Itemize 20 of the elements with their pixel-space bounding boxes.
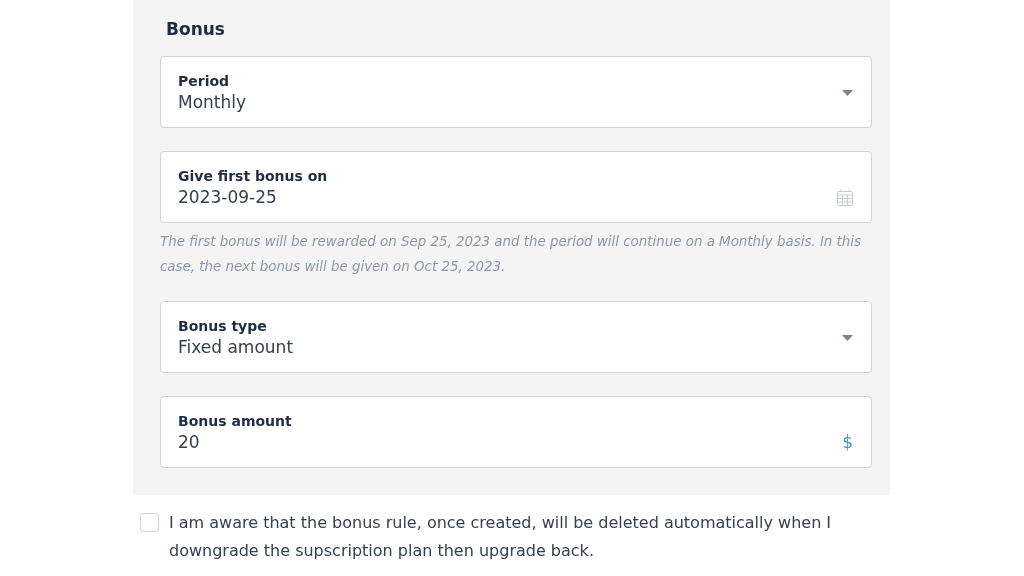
- checkbox[interactable]: [140, 513, 159, 532]
- hint-text: The first bonus will be rewarded on Sep 25, 2023 and the period will continue on a Monthly basis. In this case, the next bonus will be given on Oct 25, 2023.: [160, 233, 862, 276]
- field-label: Give first bonus on: [178, 167, 329, 184]
- calendar-icon: [837, 188, 853, 206]
- currency-symbol: $: [842, 432, 853, 452]
- field-value: 2023-09-25: [178, 186, 278, 207]
- caret-icon: [842, 90, 853, 96]
- field-value: Monthly: [178, 91, 248, 112]
- field-value: 20: [178, 431, 201, 452]
- field-label: Period: [178, 72, 231, 89]
- select-field[interactable]: Period Monthly: [160, 56, 872, 128]
- field-value: Fixed amount: [178, 336, 295, 357]
- agreement-text: I am aware that the bonus rule, once created, will be deleted automatically when I downgrade the supscription plan then upgrade back.: [169, 512, 833, 562]
- field-label: Bonus amount: [178, 412, 293, 429]
- select-field[interactable]: Bonus type Fixed amount: [160, 301, 872, 373]
- input-field[interactable]: Give first bonus on 2023-09-25: [160, 151, 872, 223]
- input-field[interactable]: Bonus amount 20 $: [160, 396, 872, 468]
- caret-icon: [842, 335, 853, 341]
- section-title: Bonus: [166, 18, 226, 41]
- field-label: Bonus type: [178, 317, 268, 334]
